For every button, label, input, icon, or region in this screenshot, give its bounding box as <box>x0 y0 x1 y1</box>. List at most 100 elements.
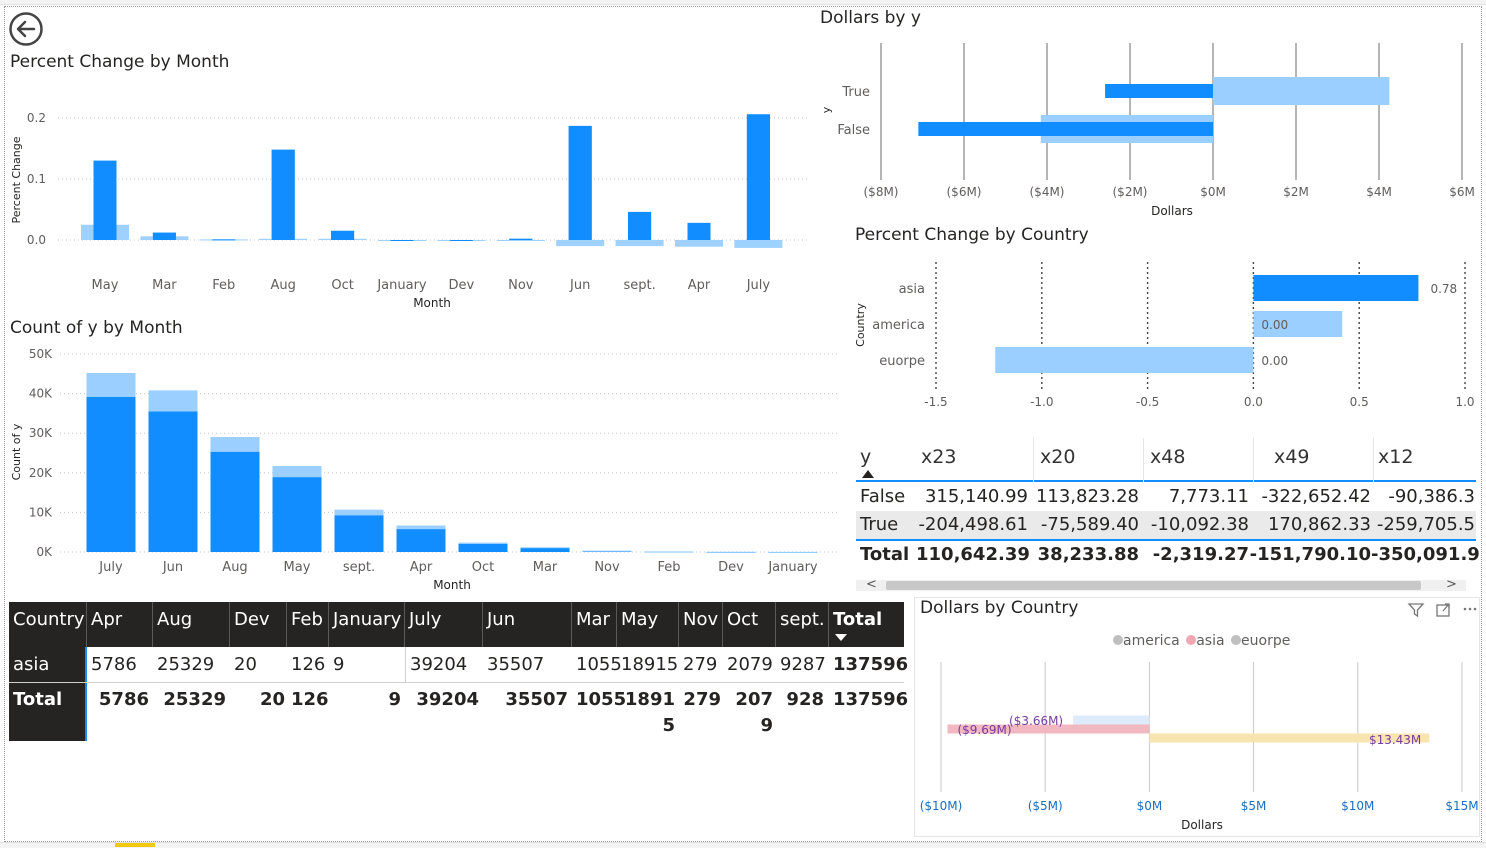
country-table-total-cell: 279 <box>683 689 721 710</box>
country-table-total-cell: 1055 <box>576 689 627 710</box>
matrix-horizontal-scrollbar[interactable]: < > <box>856 577 1466 592</box>
bar <box>1213 77 1390 105</box>
data-label: 0.00 <box>1261 318 1288 332</box>
country-table-header[interactable]: Jun <box>483 602 572 647</box>
y-tick-label: euorpe <box>879 354 925 369</box>
bar <box>615 240 664 247</box>
data-label: 0.78 <box>1430 282 1457 296</box>
x-tick-label: Aug <box>271 278 296 293</box>
x-tick-label: July <box>746 278 771 293</box>
x-tick-label: $0M <box>1200 185 1226 199</box>
legend-item-euorpe[interactable]: euorpe <box>1241 633 1290 649</box>
country-table-cell: 2079 <box>727 654 773 675</box>
percent-change-by-month-title: Percent Change by Month <box>10 52 230 72</box>
bar <box>331 230 355 240</box>
x-tick-label: Mar <box>152 278 177 293</box>
matrix-header-x23[interactable]: x23 <box>916 438 1034 482</box>
legend-item-america[interactable]: america <box>1123 633 1180 649</box>
bar <box>272 466 322 478</box>
bar <box>396 529 446 552</box>
bar <box>918 122 1213 136</box>
country-table-total-cell: 9 <box>388 689 401 710</box>
bar <box>706 551 756 553</box>
bar <box>675 240 723 247</box>
country-table-cell: 25329 <box>157 654 215 675</box>
matrix-cell: -90,386.3 <box>1388 486 1475 507</box>
country-table-header[interactable]: sept. <box>776 602 829 647</box>
country-table-header[interactable]: Oct <box>723 602 776 647</box>
matrix-cell: -259,705.5 <box>1376 514 1475 535</box>
country-table-header[interactable]: May <box>617 602 679 647</box>
bar <box>644 551 694 553</box>
x-tick-label: May <box>284 560 311 575</box>
x-tick-label: Apr <box>410 560 433 575</box>
country-table-row-asia: asia 5786 25329 20 126 9 39204 35507 105… <box>9 647 908 683</box>
x-tick-label: January <box>376 278 427 293</box>
bar <box>390 240 414 241</box>
scroll-left-arrow[interactable]: < <box>866 577 877 592</box>
y-axis-title: Count of y <box>10 423 23 480</box>
back-arrow-icon[interactable] <box>8 11 44 47</box>
page-tab-bar <box>0 842 1486 848</box>
data-label: 0.00 <box>1261 354 1288 368</box>
y-axis-title: Percent Change <box>10 136 23 223</box>
active-page-tab[interactable] <box>115 843 155 847</box>
sort-descending-icon[interactable] <box>835 634 847 641</box>
matrix-cell: 315,140.99 <box>924 486 1028 507</box>
y-tick-label: 0.2 <box>27 111 46 125</box>
bar <box>995 347 1254 373</box>
matrix-row-label: True <box>860 514 899 535</box>
bar <box>148 390 198 412</box>
matrix-total-cell: -350,091.9 <box>1371 544 1480 565</box>
matrix-header-x12[interactable]: x12 <box>1374 438 1476 482</box>
matrix-header-x20[interactable]: x20 <box>1034 438 1144 482</box>
x-tick-label: -0.5 <box>1136 395 1159 409</box>
matrix-cell: -10,092.38 <box>1150 514 1249 535</box>
country-table-header[interactable]: Country <box>9 602 87 647</box>
bar <box>1105 84 1213 98</box>
scroll-thumb[interactable] <box>886 581 1421 590</box>
data-label: ($3.66M) <box>1009 714 1063 728</box>
x-axis-title: Month <box>413 296 451 310</box>
sort-ascending-icon[interactable] <box>862 470 874 478</box>
matrix-total-cell: -151,790.10 <box>1249 544 1371 565</box>
country-table-row-total: 137596 <box>833 654 909 675</box>
country-table-header[interactable]: Apr <box>87 602 153 647</box>
filter-icon[interactable] <box>1407 603 1425 618</box>
data-label: ($9.69M) <box>957 723 1011 737</box>
bar <box>520 547 570 549</box>
country-table-header[interactable]: Mar <box>572 602 617 647</box>
country-table-total-cell: 207 <box>735 689 773 710</box>
focus-mode-icon[interactable] <box>1436 603 1451 617</box>
x-tick-label: 1.0 <box>1455 395 1474 409</box>
country-table-total-cell: 35507 <box>505 689 568 710</box>
matrix-header-x49[interactable]: x49 <box>1254 438 1374 482</box>
bar <box>148 411 198 552</box>
x-tick-label: Aug <box>222 560 247 575</box>
country-table-cell: 126 <box>291 654 326 675</box>
matrix-cell: -75,589.40 <box>1040 514 1139 535</box>
bar <box>496 240 545 241</box>
x-tick-label: $2M <box>1283 185 1309 199</box>
x-tick-label: sept. <box>623 278 655 293</box>
country-table-header[interactable]: Nov <box>679 602 723 647</box>
matrix-cell: 7,773.11 <box>1168 486 1249 507</box>
legend-item-asia[interactable]: asia <box>1196 633 1224 649</box>
bar <box>334 515 384 552</box>
country-table-total-cell: 20 <box>259 689 285 710</box>
country-table-header[interactable]: Dev <box>230 602 287 647</box>
country-table-header[interactable]: Aug <box>153 602 230 647</box>
bar <box>520 547 570 552</box>
matrix-header-x48[interactable]: x48 <box>1144 438 1254 482</box>
y-tick-label: 0K <box>36 545 53 559</box>
dollars-by-country-chart[interactable]: ($10M) ($5M) $0M $5M $10M $15M Dollars ($3.66M)… <box>0 0 1479 832</box>
scroll-right-arrow[interactable]: > <box>1446 577 1457 592</box>
x-tick-label: July <box>98 560 123 575</box>
count-of-y-by-month-title: Count of y by Month <box>10 318 183 338</box>
x-tick-label: $10M <box>1341 799 1374 813</box>
bar <box>212 239 236 241</box>
country-table-header[interactable]: July <box>405 602 483 647</box>
country-table-header[interactable]: Feb <box>287 602 329 647</box>
country-table-header[interactable]: January <box>329 602 405 647</box>
more-options-icon[interactable] <box>1463 607 1477 611</box>
